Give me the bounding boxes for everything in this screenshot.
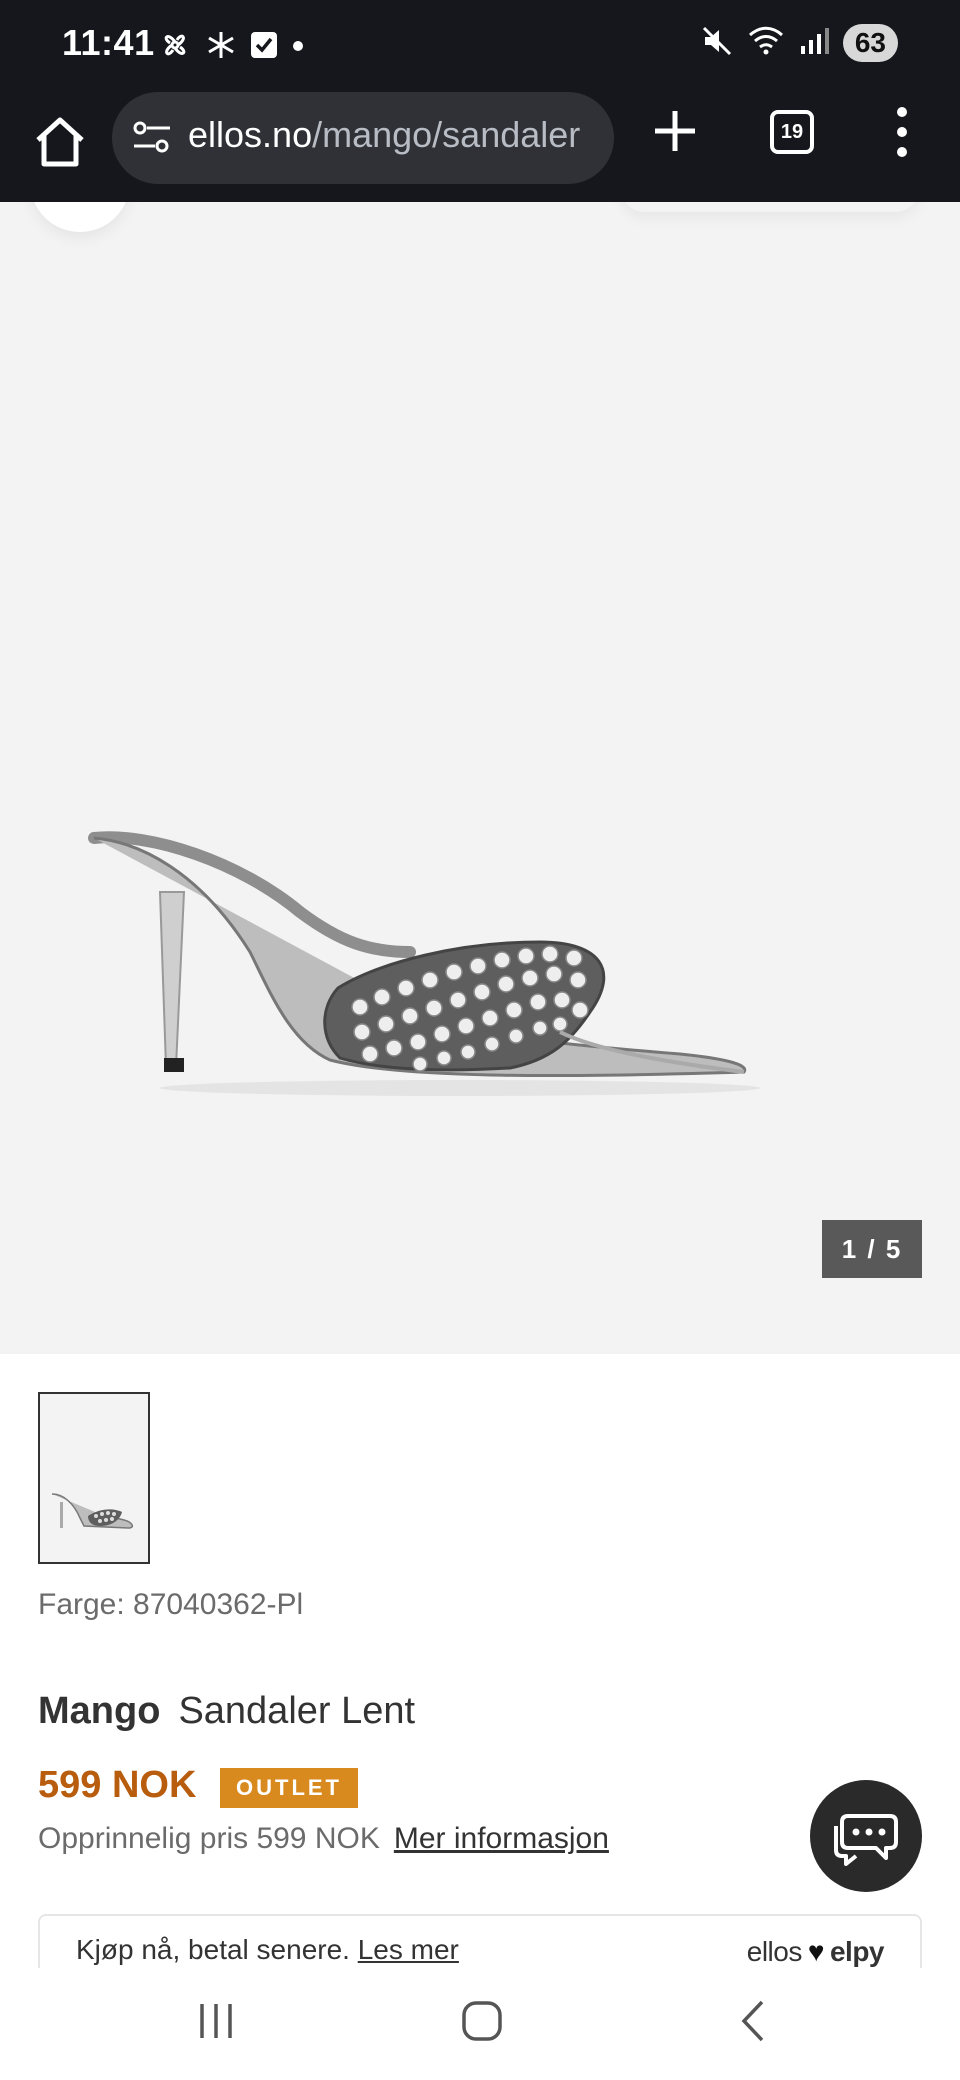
product-price: 599 NOK — [38, 1764, 197, 1806]
home-button[interactable] — [30, 112, 90, 172]
new-tab-button[interactable] — [650, 106, 700, 156]
browser-menu-button[interactable] — [890, 102, 914, 162]
logo-elpy: elpy — [829, 1936, 885, 1967]
ellos-elpy-logo: ellos ♥ elpy — [746, 1936, 885, 1968]
checkbox-icon — [250, 31, 278, 64]
color-label: Farge: 87040362-Pl — [38, 1588, 304, 1621]
browser-toolbar: ellos.no/mango/sandaler 19 — [0, 92, 960, 202]
site-settings-icon[interactable] — [132, 120, 172, 159]
chat-icon — [834, 1814, 898, 1866]
payment-text: Kjøp nå, betal senere. Les mer — [76, 1934, 459, 1966]
more-vert-icon — [897, 107, 907, 157]
more-info-link[interactable]: Mer informasjon — [394, 1822, 609, 1855]
product-title: Mango Sandaler Lent — [38, 1690, 415, 1733]
product-image-gallery[interactable]: 1 / 5 — [0, 202, 960, 1354]
read-more-link[interactable]: Les mer — [358, 1934, 459, 1965]
mute-icon — [701, 25, 733, 62]
plus-icon — [655, 111, 695, 151]
battery-level: 63 — [842, 24, 898, 62]
url-path: /mango/sandaler — [312, 114, 581, 155]
top-action-bar — [620, 202, 920, 212]
fan-icon — [158, 28, 192, 67]
url-text: ellos.no/mango/sandaler — [188, 114, 580, 156]
chat-button[interactable] — [810, 1780, 922, 1892]
original-price-row: Opprinnelig pris 599 NOK Mer informasjon — [38, 1822, 609, 1856]
recent-apps-button[interactable] — [196, 1998, 236, 2049]
status-notification-icons — [158, 28, 304, 67]
product-name: Sandaler Lent — [178, 1690, 416, 1732]
logo-ellos: ellos — [746, 1936, 803, 1967]
dot-icon — [292, 39, 304, 57]
home-circle-icon — [462, 2001, 502, 2041]
snowflake-icon — [206, 30, 236, 65]
recents-icon — [200, 2004, 232, 2038]
status-bar: 11:41 63 — [0, 0, 960, 92]
tab-switcher-button[interactable]: 19 — [770, 110, 814, 154]
back-button[interactable] — [30, 202, 130, 232]
product-brand[interactable]: Mango — [38, 1690, 160, 1732]
home-icon — [36, 117, 84, 167]
thumbnail-1[interactable] — [38, 1392, 150, 1564]
signal-icon — [799, 26, 829, 61]
system-nav-bar — [0, 1968, 960, 2080]
original-price: Opprinnelig pris 599 NOK — [38, 1822, 380, 1855]
url-domain: ellos.no — [188, 114, 313, 155]
status-system-icons: 63 — [701, 24, 898, 62]
back-arrow-icon — [741, 2000, 764, 2042]
heart-icon: ♥ — [807, 1936, 825, 1967]
image-counter: 1 / 5 — [822, 1220, 922, 1278]
status-time: 11:41 — [62, 22, 155, 63]
outlet-badge: OUTLET — [220, 1768, 358, 1808]
product-image — [88, 831, 760, 1096]
back-nav-button[interactable] — [736, 1998, 772, 2049]
home-nav-button[interactable] — [460, 1998, 504, 2049]
payment-text-main: Kjøp nå, betal senere. — [76, 1934, 350, 1965]
wifi-icon — [747, 25, 785, 62]
url-bar[interactable]: ellos.no/mango/sandaler — [112, 92, 614, 184]
thumbnail-image — [51, 1493, 134, 1529]
